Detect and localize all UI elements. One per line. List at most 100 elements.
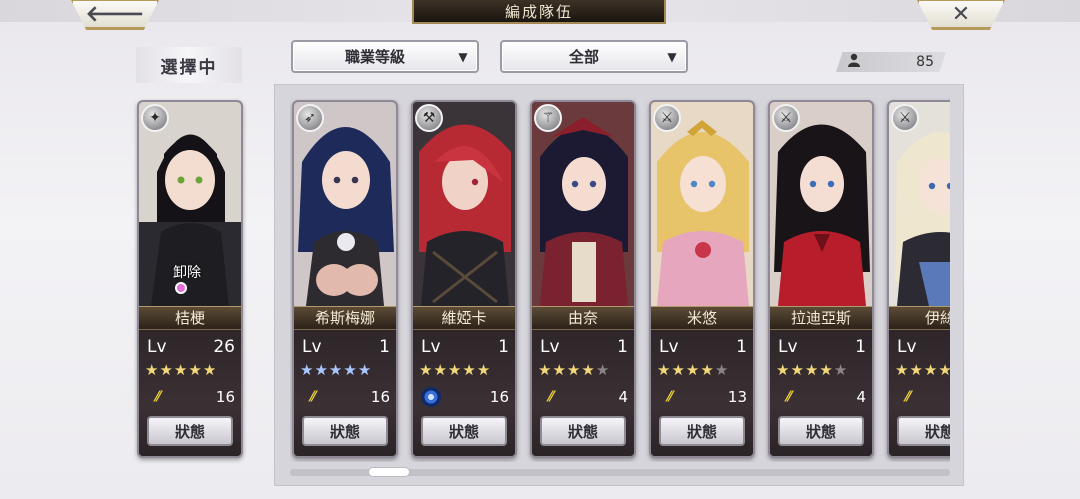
wing-icon: ⫽ (665, 389, 673, 405)
chevron-down-icon: ▼ (458, 49, 468, 64)
star-filled-icon: ★ (145, 361, 159, 379)
gear-value: 4 (618, 388, 628, 406)
level-value: 1 (855, 337, 866, 357)
character-name: 桔梗 (139, 306, 241, 330)
selecting-label: 選擇中 (136, 47, 242, 83)
level-row: Lv 1 (778, 336, 866, 358)
status-button[interactable]: 狀態 (659, 416, 745, 446)
star-filled-icon: ★ (657, 361, 671, 379)
gear-row: 16 (421, 386, 509, 408)
back-arrow-icon: 🡐 (85, 2, 145, 27)
level-row: Lv 26 (147, 336, 235, 358)
character-count-value: 85 (916, 54, 934, 70)
character-card[interactable]: ⚔ 伊絲 Lv 1 ★★★★★ ⫽ 狀態 (887, 100, 950, 458)
arrow-icon: ➶ (296, 104, 324, 132)
rarity-stars: ★★★★★ (776, 361, 868, 379)
character-stats: Lv 1 ★★★★★ ⫽ 狀態 (889, 330, 950, 456)
remove-label[interactable]: 卸除 (173, 262, 201, 282)
character-name: 維婭卡 (413, 306, 515, 330)
star-filled-icon: ★ (314, 361, 328, 379)
character-card[interactable]: ⚒ 維婭卡 Lv 1 ★ ★ ★ ★ ★ 16 狀態 (411, 100, 517, 458)
star-filled-icon: ★ (159, 361, 173, 379)
character-stats: Lv 1 ★ ★ ★ ★ ★ ⫽ 13 狀態 (651, 330, 753, 456)
character-list[interactable]: ➶ 希斯梅娜 Lv 1 ★ ★ ★ ★ ★ ⫽ 16 狀態 ⚒ 維婭卡 Lv 1… (290, 96, 950, 462)
character-portrait (889, 102, 950, 306)
hammer-icon: ⚒ (415, 104, 443, 132)
gear-row: ⫽ (897, 386, 950, 408)
character-name: 由奈 (532, 306, 634, 330)
gear-value: 13 (727, 388, 747, 406)
star-filled-icon: ★ (433, 361, 447, 379)
star-filled-icon: ★ (300, 361, 314, 379)
remove-indicator[interactable] (175, 282, 187, 294)
gear-row: ⫽ 16 (302, 386, 390, 408)
character-card[interactable]: ➶ 希斯梅娜 Lv 1 ★ ★ ★ ★ ★ ⫽ 16 狀態 (292, 100, 398, 458)
character-portrait (532, 102, 634, 306)
wing-icon: ⫽ (153, 389, 161, 405)
category-label: 全部 (568, 48, 599, 66)
wing-icon: ⫽ (546, 389, 554, 405)
character-portrait (770, 102, 872, 306)
rarity-stars: ★★★★★ (538, 361, 630, 379)
star-filled-icon: ★ (343, 361, 357, 379)
status-button[interactable]: 狀態 (302, 416, 388, 446)
status-button[interactable]: 狀態 (540, 416, 626, 446)
scrollbar-thumb[interactable] (368, 467, 410, 477)
star-filled-icon: ★ (790, 361, 804, 379)
star-filled-icon: ★ (538, 361, 552, 379)
status-button[interactable]: 狀態 (778, 416, 864, 446)
wing-icon: ⫽ (784, 389, 792, 405)
status-button[interactable]: 狀態 (421, 416, 507, 446)
rarity-stars: ★★★★★ (895, 361, 950, 379)
level-value: 1 (379, 337, 390, 357)
close-icon: ✕ (951, 1, 971, 27)
level-label: Lv (778, 337, 798, 357)
gear-row: ⫽ 16 (147, 386, 235, 408)
star-filled-icon: ★ (685, 361, 700, 379)
character-card[interactable]: ⚔ 米悠 Lv 1 ★ ★ ★ ★ ★ ⫽ 13 狀態 (649, 100, 755, 458)
wing-icon: ⫽ (903, 389, 911, 405)
category-dropdown[interactable]: 全部 ▼ (500, 40, 688, 73)
close-button[interactable]: ✕ (916, 0, 1006, 30)
character-stats: Lv 1 ★ ★ ★ ★ ★ ⫽ 4 狀態 (532, 330, 634, 456)
star-filled-icon: ★ (188, 361, 202, 379)
status-button[interactable]: 狀態 (897, 416, 950, 446)
star-filled-icon: ★ (776, 361, 790, 379)
character-count: 85 (836, 52, 946, 72)
character-portrait (294, 102, 396, 306)
back-button[interactable]: 🡐 (70, 0, 160, 30)
level-row: Lv 1 (421, 336, 509, 358)
character-stats: Lv 1 ★ ★ ★ ★ ★ ⫽ 16 狀態 (294, 330, 396, 456)
star-filled-icon: ★ (923, 361, 938, 379)
gear-value: 16 (215, 388, 235, 406)
level-row: Lv 1 (659, 336, 747, 358)
star-empty-icon: ★ (595, 361, 610, 379)
status-button[interactable]: 狀態 (147, 416, 233, 446)
shuriken-icon: ✦ (141, 104, 169, 132)
sword-icon: ⚔ (891, 104, 919, 132)
level-row: Lv 1 (540, 336, 628, 358)
star-filled-icon: ★ (566, 361, 581, 379)
star-filled-icon: ★ (476, 361, 491, 379)
level-label: Lv (421, 337, 441, 357)
gear-row: ⫽ 13 (659, 386, 747, 408)
staff-icon: ⚚ (534, 104, 562, 132)
rarity-stars: ★★★★★ (419, 361, 511, 379)
character-card[interactable]: ⚔ 拉迪亞斯 Lv 1 ★ ★ ★ ★ ★ ⫽ 4 狀態 (768, 100, 874, 458)
gear-value: 16 (370, 388, 390, 406)
character-card[interactable]: ⚚ 由奈 Lv 1 ★ ★ ★ ★ ★ ⫽ 4 狀態 (530, 100, 636, 458)
gear-value: 4 (856, 388, 866, 406)
star-filled-icon: ★ (700, 361, 714, 379)
selected-character-card[interactable]: ✦ 卸除 桔梗 Lv 26 ★ ★ ★ ★ ★ ⫽ 16 狀態 (137, 100, 243, 458)
rarity-stars: ★★★★★ (300, 361, 392, 379)
level-row: Lv 1 (897, 336, 950, 358)
star-filled-icon: ★ (202, 361, 217, 379)
level-label: Lv (897, 337, 917, 357)
level-value: 1 (498, 337, 509, 357)
class-sort-dropdown[interactable]: 職業等級 ▼ (291, 40, 479, 73)
character-stats: Lv 1 ★ ★ ★ ★ ★ ⫽ 4 狀態 (770, 330, 872, 456)
star-filled-icon: ★ (895, 361, 909, 379)
gear-row: ⫽ 4 (540, 386, 628, 408)
character-stats: Lv 1 ★ ★ ★ ★ ★ 16 狀態 (413, 330, 515, 456)
character-stats: Lv 26 ★ ★ ★ ★ ★ ⫽ 16 狀態 (139, 330, 241, 456)
